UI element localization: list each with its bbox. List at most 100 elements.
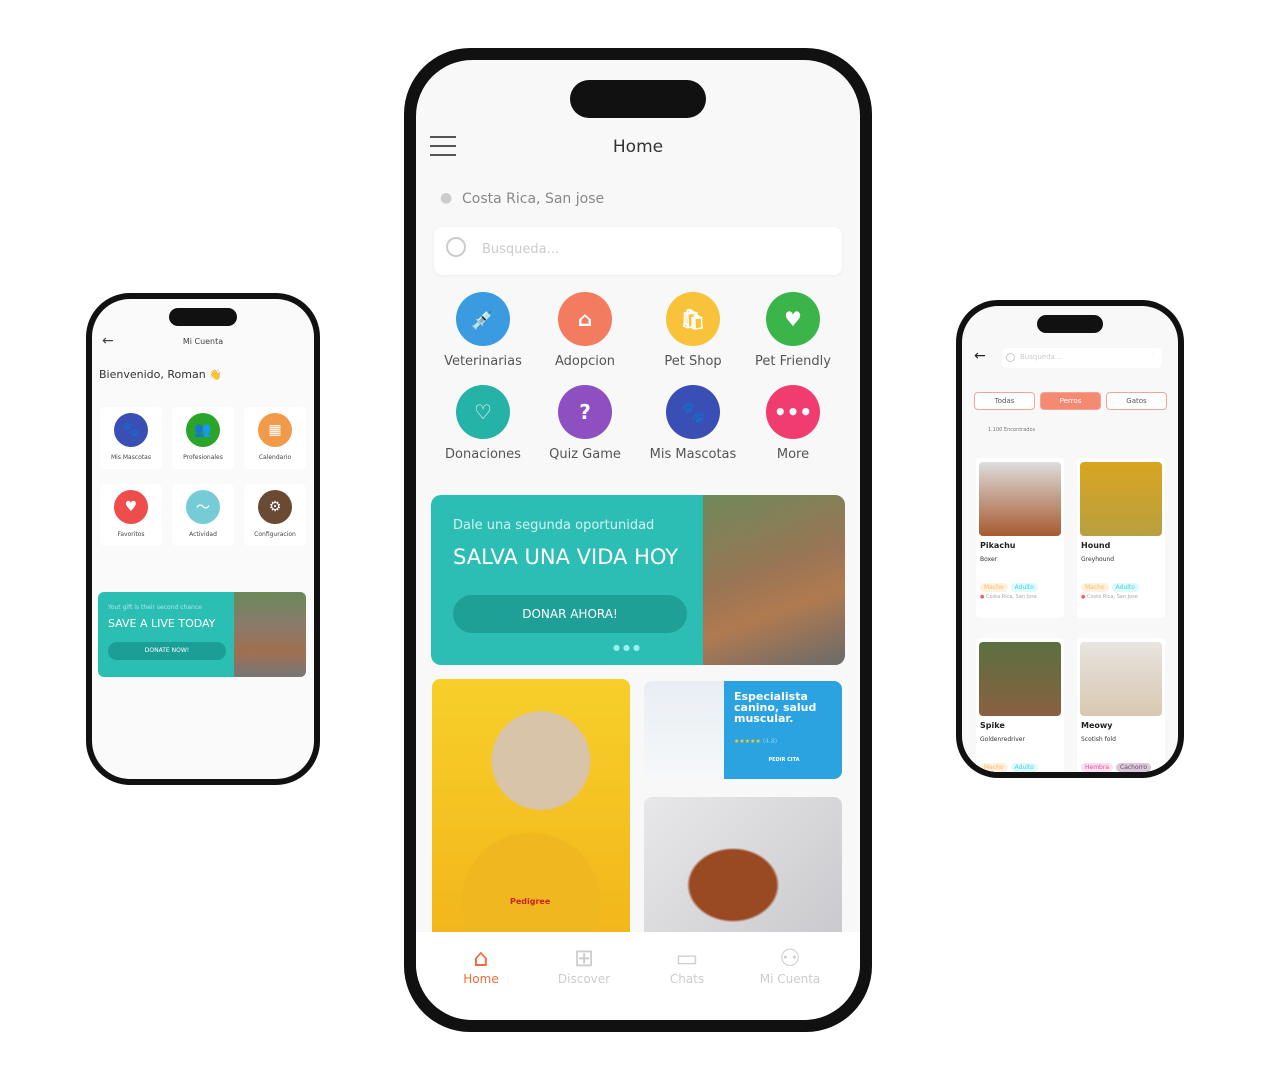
pet-breed: Boxer (980, 556, 998, 563)
search-icon (1006, 353, 1015, 362)
more-dots-icon: ••• (766, 385, 820, 439)
category-label: More (776, 447, 810, 462)
category-more[interactable]: ••• More (730, 385, 856, 471)
pet-card[interactable]: Spike Goldenredriver Macho Adulto (976, 638, 1064, 772)
pulse-icon: 〜 (186, 490, 220, 524)
home-icon: ⌂ (473, 944, 489, 972)
tile-label: Actividad (189, 531, 217, 538)
page-title: Home (612, 137, 664, 157)
tag-adulto: Adulto (1010, 763, 1038, 772)
banner-subtitle: Dale una segunda oportunidad (453, 518, 655, 533)
pet-card[interactable]: Meowy Scotish fold Hembra Cachorro (1077, 638, 1165, 772)
donate-banner[interactable]: Yout gift is their second chance SAVE A … (98, 592, 306, 677)
tile-mis-mascotas[interactable]: 🐾 Mis Mascotas (100, 407, 162, 469)
dogs-photo (234, 592, 306, 677)
tile-actividad[interactable]: 〜 Actividad (172, 484, 234, 546)
tag-macho: Macho (980, 583, 1008, 592)
dynamic-island (169, 308, 237, 326)
filter-perros[interactable]: Perros (1040, 392, 1101, 410)
screen-title: Mi Cuenta (182, 337, 224, 346)
nav-label: Discover (557, 972, 611, 986)
pet-location: Costa Rica, San Jose (985, 594, 1037, 600)
heart-icon: ♥ (114, 490, 148, 524)
promo-title: Especialista canino, salud muscular. (734, 690, 817, 725)
donate-button[interactable]: DONATE NOW! (108, 642, 226, 660)
category-pet-friendly[interactable]: ♥ Pet Friendly (730, 292, 856, 378)
pet-photo (979, 642, 1061, 716)
location-pin-icon: ● (1081, 594, 1086, 600)
grid-icon: ⊞ (573, 944, 595, 972)
wave-icon: 👋 (209, 370, 222, 381)
paw-heart-icon: ♥ (766, 292, 820, 346)
pet-card[interactable]: Pikachu Boxer Macho Adulto ● Costa Rica, S… (976, 458, 1064, 618)
nav-mi-cuenta[interactable]: ⚇ Mi Cuenta (747, 944, 833, 986)
center-phone: Home ● Costa Rica, San jose Busqueda... … (404, 48, 872, 1032)
nav-label: Mi Cuenta (759, 972, 821, 986)
location-text[interactable]: Costa Rica, San jose (462, 191, 604, 207)
search-placeholder: Busqueda... (482, 242, 560, 257)
donate-banner[interactable]: Dale una segunda oportunidad SALVA UNA V… (431, 495, 845, 665)
tile-profesionales[interactable]: 👥 Profesionales (172, 407, 234, 469)
pet-photo (979, 462, 1061, 536)
filter-todas[interactable]: Todas (974, 392, 1035, 410)
pet-name: Spike (980, 721, 1005, 730)
vet-promo[interactable]: Especialista canino, salud muscular. ★★★… (644, 681, 842, 779)
calendar-icon: ▦ (258, 413, 292, 447)
search-input[interactable]: Busqueda... ⫶ (1002, 348, 1162, 368)
tag-adulto: Adulto (1010, 583, 1038, 592)
shop-bag-icon: 🛍 (666, 292, 720, 346)
tag-macho: Macho (980, 763, 1008, 772)
carousel-dots[interactable]: ●●● (613, 643, 643, 652)
banner-title: SALVA UNA VIDA HOY (453, 545, 679, 569)
nav-label: Home (463, 972, 499, 986)
doctor-photo (644, 681, 724, 779)
filter-sliders-icon[interactable]: ⫶ (1152, 351, 1154, 361)
donate-button[interactable]: DONAR AHORA! (453, 595, 687, 633)
right-phone: ← Busqueda... ⫶ 1.100 Encontrados Todas P… (956, 300, 1184, 778)
house-icon: ⌂ (558, 292, 612, 346)
syringe-icon: 💉 (456, 292, 510, 346)
pet-card[interactable]: Hound Greyhound Macho Adulto ● Costa Rica,… (1077, 458, 1165, 618)
location-pin-icon: ● (980, 594, 985, 600)
tile-calendario[interactable]: ▦ Calendario (244, 407, 306, 469)
tag-adulto: Adulto (1111, 583, 1139, 592)
brand-label: Pedigree (510, 897, 551, 906)
search-placeholder: Busqueda... (1020, 353, 1062, 361)
book-appointment-button[interactable]: PEDIR CITA (734, 757, 834, 763)
tile-label: Mis Mascotas (111, 454, 151, 461)
pet-photo (1080, 642, 1162, 716)
banner-title: SAVE A LIVE TODAY (108, 617, 216, 630)
tile-configuracion[interactable]: ⚙ Configuracion (244, 484, 306, 546)
search-icon (446, 237, 466, 257)
pet-name: Hound (1081, 541, 1111, 550)
nav-label: Chats (669, 972, 705, 986)
quiz-icon: ? (558, 385, 612, 439)
banner-subtitle: Yout gift is their second chance (108, 604, 202, 611)
dog-food-ad[interactable]: Pedigree (432, 679, 630, 951)
tile-label: Favoritos (117, 531, 145, 538)
paw-icon: 🐾 (114, 413, 148, 447)
location-pin-icon: ● (440, 190, 453, 206)
tile-label: Calendario (258, 454, 292, 461)
back-arrow-icon[interactable]: ← (974, 348, 986, 364)
nav-discover[interactable]: ⊞ Discover (541, 944, 627, 986)
tag-hembra: Hembra (1081, 763, 1113, 772)
gear-icon: ⚙ (258, 490, 292, 524)
category-label: Pet Friendly (755, 354, 831, 369)
donation-hand-icon: ♡ (456, 385, 510, 439)
dynamic-island (570, 80, 706, 118)
tag-cachorro: Cachorro (1116, 763, 1152, 772)
tile-favoritos[interactable]: ♥ Favoritos (100, 484, 162, 546)
filter-gatos[interactable]: Gatos (1106, 392, 1167, 410)
rating-value: (4.8) (762, 738, 778, 745)
pet-breed: Goldenredriver (980, 736, 1025, 743)
welcome-text: Bienvenido, Roman (99, 368, 206, 381)
nav-chats[interactable]: ▭ Chats (644, 944, 730, 986)
nav-home[interactable]: ⌂ Home (438, 944, 524, 986)
bottom-nav: ⌂ Home ⊞ Discover ▭ Chats ⚇ Mi Cuenta (416, 932, 860, 1020)
dynamic-island (1037, 315, 1103, 333)
search-input[interactable]: Busqueda... (434, 227, 842, 275)
chat-icon: ▭ (675, 944, 699, 972)
tile-label: Profesionales (183, 454, 223, 461)
pet-breed: Scotish fold (1081, 736, 1116, 743)
